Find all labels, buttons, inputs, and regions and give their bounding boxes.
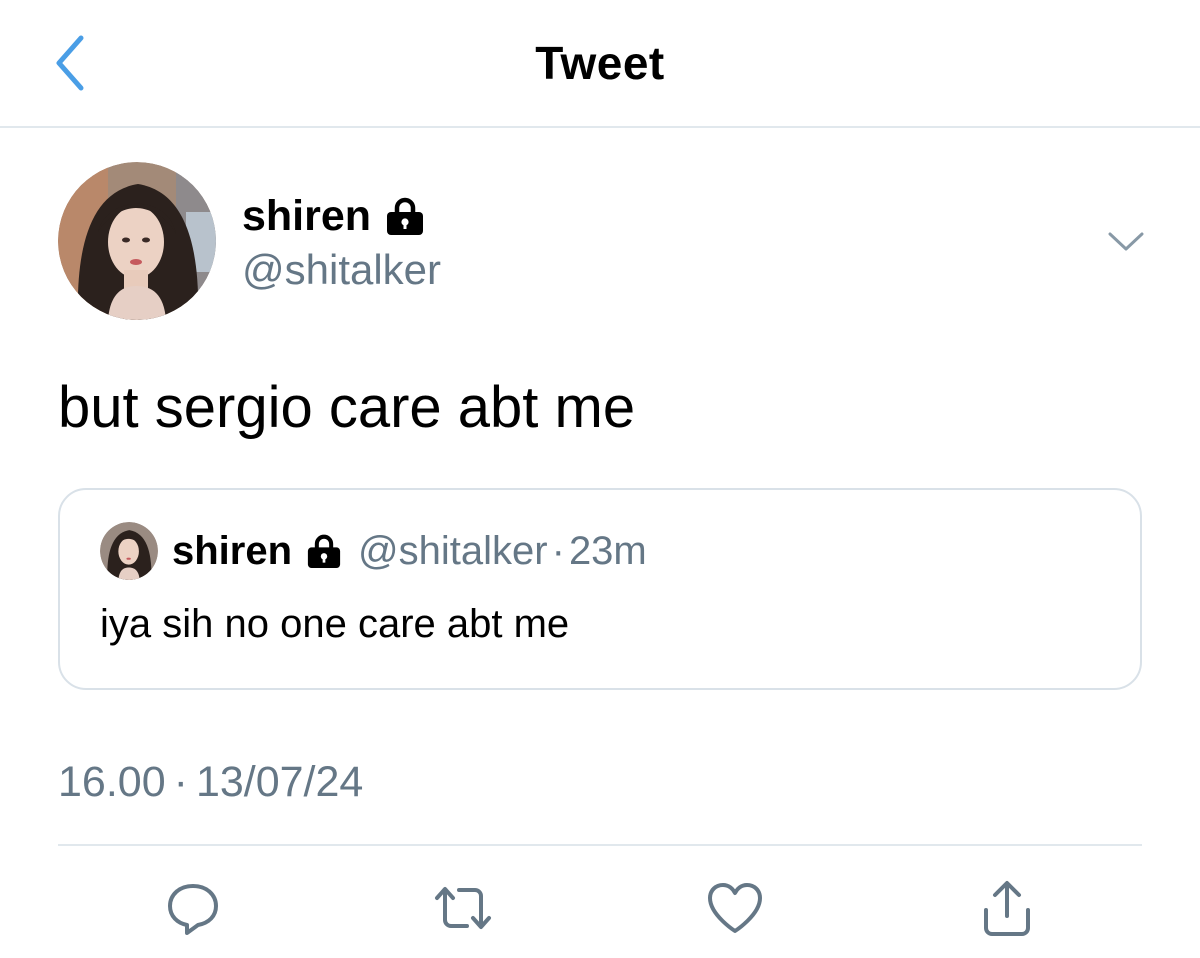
tweet-options-button[interactable] bbox=[1100, 220, 1152, 264]
timestamp-date: 13/07/24 bbox=[195, 758, 364, 806]
chevron-down-icon bbox=[1108, 232, 1144, 251]
quoted-handle: @shitalker bbox=[358, 528, 548, 573]
share-icon bbox=[984, 881, 1030, 936]
quoted-time-ago: 23m bbox=[568, 528, 647, 573]
retweet-button[interactable] bbox=[428, 876, 498, 940]
display-name: shiren bbox=[242, 191, 372, 240]
quoted-tweet-card[interactable]: shiren @shitalker · 23m iya sih no one c… bbox=[58, 488, 1142, 690]
reply-button[interactable] bbox=[158, 876, 228, 940]
lock-icon bbox=[304, 534, 344, 568]
author-handle: @shitalker bbox=[242, 246, 442, 293]
retweet-icon bbox=[435, 887, 491, 929]
quoted-avatar bbox=[100, 522, 158, 580]
timestamp-time: 16.00 bbox=[58, 758, 166, 806]
reply-icon bbox=[168, 884, 218, 935]
page-title: Tweet bbox=[535, 37, 665, 89]
like-button[interactable] bbox=[700, 876, 770, 940]
profile-photo bbox=[58, 162, 216, 320]
tweet-timestamp: 16.00 · 13/07/24 bbox=[58, 758, 363, 807]
quoted-tweet-text: iya sih no one care abt me bbox=[100, 602, 570, 646]
top-nav-bar: Tweet bbox=[0, 0, 1200, 128]
lock-icon bbox=[383, 197, 427, 235]
author-name-row[interactable]: shiren bbox=[242, 188, 427, 244]
avatar[interactable] bbox=[58, 162, 216, 320]
quoted-profile-photo bbox=[100, 522, 158, 580]
quoted-tweet-header: shiren @shitalker · 23m bbox=[172, 526, 647, 576]
quoted-separator: · bbox=[551, 528, 565, 573]
tweet-text: but sergio care abt me bbox=[58, 375, 636, 440]
like-icon bbox=[708, 883, 762, 933]
divider bbox=[58, 844, 1142, 846]
share-button[interactable] bbox=[972, 876, 1042, 940]
quoted-display-name: shiren bbox=[172, 528, 293, 573]
timestamp-separator: · bbox=[173, 758, 188, 806]
